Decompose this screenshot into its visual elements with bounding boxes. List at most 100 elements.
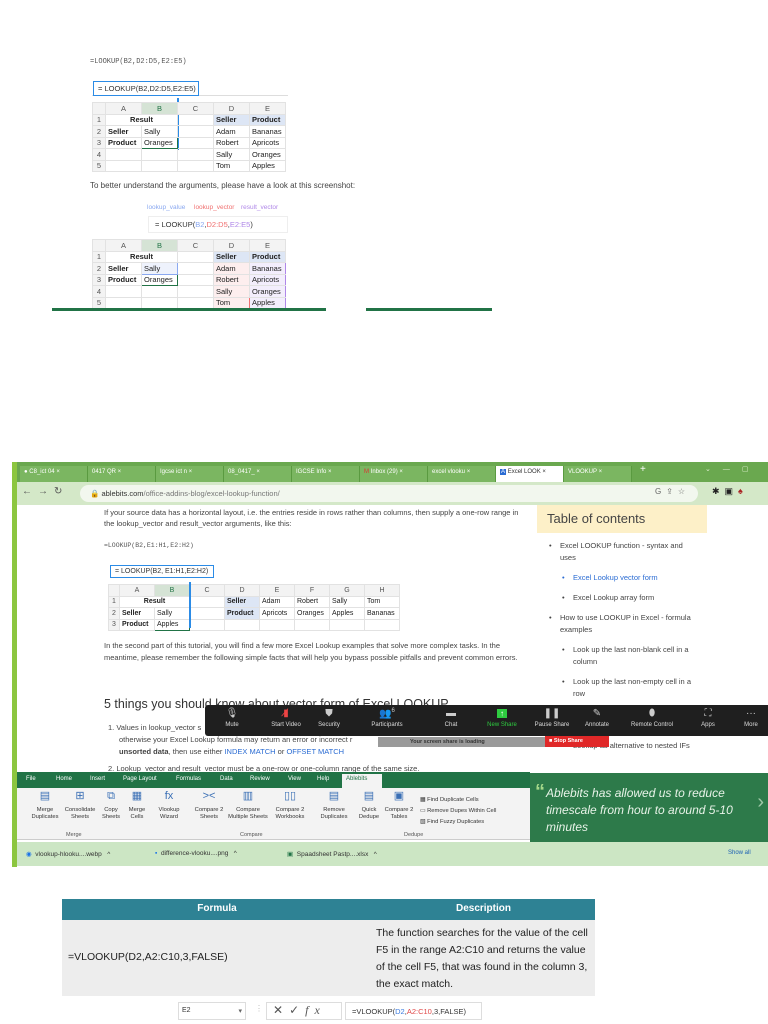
browser-tab[interactable]: M Inbox (29) × — [360, 466, 428, 482]
browser-tab[interactable]: 0417 QR × — [88, 466, 156, 482]
ribbon-tab[interactable]: Page Layout — [123, 776, 157, 782]
toolbar-icons[interactable]: G⇪☆ — [655, 487, 690, 496]
browser-tab[interactable]: excel vlooku × — [428, 466, 496, 482]
mouse-icon: ⬮ — [648, 708, 656, 719]
screen-share-loading: Your screen share is loading — [378, 737, 548, 747]
ribbon-tab[interactable]: Formulas — [176, 776, 201, 782]
fx-icon: fx — [305, 1003, 326, 1017]
group-label: Compare — [240, 832, 263, 838]
stop-share-button[interactable]: ■ Stop Share — [545, 736, 609, 747]
microphone-icon: 🎙 — [225, 708, 239, 719]
dedupe-small-buttons: ▦ Find Duplicate Cells ▭ Remove Dupes Wi… — [420, 795, 496, 828]
table-row: =VLOOKUP(D2,A2:C10,3,FALSE) The function… — [62, 920, 595, 996]
browser-tab-active[interactable]: A Excel LOOK × — [496, 466, 564, 482]
quick-dedupe-button[interactable]: ▤ Quick Dedupe — [356, 791, 382, 821]
ribbon-tab[interactable]: File — [26, 776, 36, 782]
browser-tab[interactable]: ● C8_ict 04 × — [20, 466, 88, 482]
formula-box: = LOOKUP(B2,D2:D5,E2:E5) — [93, 81, 199, 96]
formula-code: =LOOKUP(B2,D2:D5,E2:E5) — [90, 58, 187, 66]
table-of-contents: Excel LOOKUP function - syntax and uses … — [549, 540, 700, 708]
show-all-link[interactable]: Show all — [728, 850, 751, 856]
label-result-vector: result_vector — [241, 204, 279, 211]
toc-item[interactable]: How to use LOOKUP in Excel - formula exa… — [549, 612, 700, 636]
spreadsheet-grid-annotated: ABCDE 1 Result Seller Product 2 Seller Sally A… — [92, 239, 286, 309]
window-controls[interactable]: ⌄—▢ — [705, 465, 760, 473]
formula-box-colored: = LOOKUP(B2,D2:D5,E2:E5) — [148, 216, 288, 233]
toc-item[interactable]: Excel Lookup vector form — [562, 572, 700, 584]
label-lookup-value: lookup_value — [147, 204, 186, 211]
downloads-bar — [17, 842, 768, 866]
copy-sheets-button[interactable]: ⧉ Copy Sheets — [98, 791, 124, 821]
name-box[interactable]: E2 ▾ — [178, 1002, 246, 1020]
group-label: Dedupe — [404, 832, 424, 838]
formula-box: = LOOKUP(B2, E1:H1,E2:H2) — [110, 565, 214, 578]
ribbon-tab[interactable]: Data — [220, 776, 233, 782]
remove-duplicates-button[interactable]: ▤ Remove Duplicates — [317, 791, 351, 821]
paragraph: To better understand the arguments, plea… — [90, 181, 356, 190]
find-duplicate-cells-button[interactable]: ▦ Find Duplicate Cells — [420, 795, 496, 806]
mute-button[interactable]: 🎙 Mute — [202, 708, 262, 728]
formula-cell: =VLOOKUP(D2,A2:C10,3,FALSE) — [68, 951, 228, 963]
formula-bar-input[interactable]: =VLOOKUP(D2,A2:C10,3,FALSE) — [345, 1002, 482, 1020]
article-paragraph: If your source data has a horizontal lay… — [104, 508, 519, 528]
more-button[interactable]: ··· More — [721, 708, 768, 728]
consolidate-sheets-button[interactable]: ⊞ Consolidate Sheets — [60, 791, 100, 821]
merge-cells-button[interactable]: ▦ Merge Cells — [124, 791, 150, 821]
ribbon-tab[interactable]: Help — [317, 776, 329, 782]
check-icon: ✓ — [289, 1003, 306, 1017]
compare-multiple-sheets-button[interactable]: ▥ Compare Multiple Sheets — [226, 791, 270, 821]
ribbon-tab-ablebits[interactable]: Ablebits — [342, 774, 382, 788]
find-fuzzy-duplicates-button[interactable]: ▧ Find Fuzzy Duplicates — [420, 817, 496, 828]
toc-item[interactable]: Excel Lookup array form — [562, 592, 700, 604]
formula-bar-buttons[interactable]: ✕✓fx — [266, 1002, 342, 1020]
section-lookup-example: =LOOKUP(B2,D2:D5,E2:E5) = LOOKUP(B2,D2:D… — [52, 48, 492, 314]
security-button[interactable]: ⛊ Security — [299, 708, 359, 728]
ribbon-tab[interactable]: View — [288, 776, 301, 782]
new-tab-button[interactable]: + — [640, 464, 646, 475]
participants-icon: 👥6 — [379, 708, 395, 720]
remove-dupes-within-cell-button[interactable]: ▭ Remove Dupes Within Cell — [420, 806, 496, 817]
remote-control-button[interactable]: ⬮ Remote Control — [622, 708, 682, 728]
nav-buttons[interactable]: ←→↻ — [22, 486, 68, 497]
pencil-icon: ✎ — [592, 708, 602, 719]
formula-code: =LOOKUP(B2,E1:H1,E2:H2) — [104, 542, 194, 549]
download-item[interactable]: ▣ Spaadsheet Pastp....xlsx ^ — [287, 850, 377, 858]
ribbon-tab[interactable]: Review — [250, 776, 270, 782]
merge-duplicates-button[interactable]: ▤ Merge Duplicates — [27, 791, 63, 821]
link-offset-match[interactable]: OFFSET MATCH — [286, 747, 344, 756]
cancel-icon: ✕ — [273, 1003, 290, 1017]
article-paragraph: In the second part of this tutorial, you… — [104, 641, 518, 662]
download-item[interactable]: ▪ difference-vlooku....png ^ — [155, 850, 237, 857]
toc-item[interactable]: Excel LOOKUP function - syntax and uses — [549, 540, 700, 564]
more-icon: ··· — [746, 708, 756, 719]
compare-2-tables-button[interactable]: ▣ Compare 2 Tables — [384, 791, 414, 821]
spreadsheet-grid: ABCDE 1 Result Seller Product 2 Seller Sally A… — [92, 102, 286, 172]
description-cell: The function searches for the value of t… — [376, 927, 588, 990]
group-label: Merge — [66, 832, 82, 838]
vlookup-wizard-button[interactable]: fx Vlookup Wizard — [154, 791, 184, 821]
separator: ⋮ — [255, 1004, 263, 1013]
toc-item[interactable]: Look up the last non-empty cell in a row — [562, 676, 700, 700]
label-lookup-vector: lookup_vector — [194, 204, 235, 211]
browser-tab[interactable]: 08_0417_ × — [224, 466, 292, 482]
toc-title: Table of contents — [537, 505, 707, 533]
chevron-right-icon[interactable]: › — [757, 791, 764, 814]
browser-tab[interactable]: VLOOKUP × — [564, 466, 632, 482]
testimonial-banner: “ Ablebits has allowed us to reduce time… — [530, 773, 768, 842]
compare-2-workbooks-button[interactable]: ▯▯ Compare 2 Workbooks — [271, 791, 309, 821]
participants-button[interactable]: 👥6 Participants — [357, 708, 417, 728]
table-header: Formula Description — [62, 899, 595, 920]
shield-icon: ⛊ — [325, 708, 333, 719]
link-index-match[interactable]: INDEX MATCH — [224, 747, 275, 756]
extension-icons[interactable]: ✱▣♠ — [712, 486, 748, 497]
toc-item[interactable]: Look up the last non-blank cell in a col… — [562, 644, 700, 668]
ribbon-tab[interactable]: Home — [56, 776, 72, 782]
ribbon-tab[interactable]: Insert — [90, 776, 105, 782]
annotate-button[interactable]: ✎ Annotate — [567, 708, 627, 728]
browser-tab[interactable]: IGCSE Info × — [292, 466, 360, 482]
download-item[interactable]: ◉ vlookup-hlooku....webp ^ — [26, 850, 110, 858]
browser-tab[interactable]: Igcse ict n × — [156, 466, 224, 482]
compare-2-sheets-button[interactable]: >< Compare 2 Sheets — [193, 791, 225, 821]
url-bar[interactable]: 🔒 ablebits.com/office-addins-blog/excel-… — [80, 485, 698, 502]
quote-icon: “ — [535, 781, 545, 803]
